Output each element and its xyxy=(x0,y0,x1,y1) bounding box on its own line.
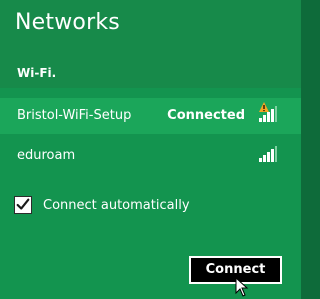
networks-flyout: Networks Wi-Fi. Bristol-WiFi-Setup Conne… xyxy=(0,0,301,299)
network-name: Bristol-WiFi-Setup xyxy=(17,108,132,123)
mouse-cursor-icon xyxy=(235,277,249,297)
network-item-bristol-wifi-setup[interactable]: Bristol-WiFi-Setup Connected xyxy=(0,98,301,134)
wifi-signal-icon xyxy=(259,146,277,162)
wifi-signal-icon xyxy=(259,106,277,122)
connect-automatically-label: Connect automatically xyxy=(43,198,190,213)
checkmark-icon xyxy=(16,198,30,210)
flyout-header: Networks Wi-Fi. xyxy=(0,0,301,88)
wifi-section-label: Wi-Fi. xyxy=(17,66,57,80)
connect-automatically-checkbox[interactable] xyxy=(14,196,32,214)
network-status: Connected xyxy=(167,108,245,123)
network-name: eduroam xyxy=(17,148,76,163)
page-title: Networks xyxy=(15,10,120,35)
network-item-eduroam[interactable]: eduroam xyxy=(0,138,301,174)
